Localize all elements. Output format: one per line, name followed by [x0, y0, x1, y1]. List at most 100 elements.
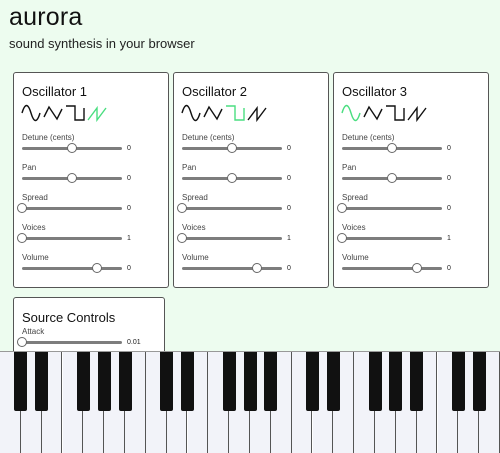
- slider-thumb[interactable]: [227, 173, 237, 183]
- spread-param: Spread 0: [337, 193, 487, 221]
- slider-thumb[interactable]: [92, 263, 102, 273]
- slider-thumb[interactable]: [177, 233, 187, 243]
- piano-black-key[interactable]: [326, 352, 340, 411]
- spread-slider[interactable]: [17, 203, 122, 214]
- voices-slider[interactable]: [177, 233, 282, 244]
- oscillator-title: Oscillator 1: [22, 84, 88, 99]
- attack-value: 0.01: [127, 339, 141, 346]
- oscillator-1-panel: Oscillator 1 Detune (cents) 0 Pan 0 Spre…: [13, 72, 169, 288]
- volume-slider[interactable]: [342, 263, 442, 274]
- piano-black-key[interactable]: [368, 352, 382, 411]
- detune-param: Detune (cents) 0: [342, 133, 487, 161]
- volume-slider[interactable]: [22, 263, 122, 274]
- volume-slider[interactable]: [182, 263, 282, 274]
- triangle-wave-icon[interactable]: [203, 103, 223, 123]
- detune-value: 0: [447, 145, 451, 152]
- slider-thumb[interactable]: [17, 337, 27, 347]
- slider-thumb[interactable]: [17, 233, 27, 243]
- piano-black-key[interactable]: [14, 352, 28, 411]
- piano-black-key[interactable]: [389, 352, 403, 411]
- pan-slider[interactable]: [342, 173, 442, 184]
- piano-black-key[interactable]: [97, 352, 111, 411]
- piano-black-key[interactable]: [243, 352, 257, 411]
- sawtooth-wave-icon[interactable]: [247, 103, 267, 123]
- triangle-wave-icon[interactable]: [43, 103, 63, 123]
- sine-wave-icon[interactable]: [341, 103, 361, 123]
- volume-label: Volume: [342, 253, 369, 262]
- voices-label: Voices: [182, 223, 206, 232]
- piano-black-key[interactable]: [222, 352, 236, 411]
- piano-black-key[interactable]: [76, 352, 90, 411]
- spread-slider[interactable]: [337, 203, 442, 214]
- piano-black-key[interactable]: [181, 352, 194, 411]
- slider-thumb[interactable]: [412, 263, 422, 273]
- slider-thumb[interactable]: [337, 203, 347, 213]
- slider-thumb[interactable]: [387, 173, 397, 183]
- detune-label: Detune (cents): [182, 133, 235, 142]
- slider-thumb[interactable]: [67, 173, 77, 183]
- voices-slider[interactable]: [17, 233, 122, 244]
- spread-slider[interactable]: [177, 203, 282, 214]
- spread-value: 0: [127, 205, 131, 212]
- spread-label: Spread: [22, 193, 48, 202]
- detune-slider[interactable]: [182, 143, 282, 154]
- oscillator-title: Oscillator 3: [342, 84, 408, 99]
- pan-slider[interactable]: [182, 173, 282, 184]
- slider-thumb[interactable]: [387, 143, 397, 153]
- volume-value: 0: [447, 265, 451, 272]
- detune-param: Detune (cents) 0: [182, 133, 327, 161]
- volume-value: 0: [127, 265, 131, 272]
- app-title: aurora: [9, 3, 83, 31]
- pan-label: Pan: [22, 163, 37, 172]
- voices-slider[interactable]: [337, 233, 442, 244]
- piano-black-key[interactable]: [410, 352, 424, 411]
- square-wave-icon[interactable]: [65, 103, 85, 123]
- slider-thumb[interactable]: [252, 263, 262, 273]
- slider-track: [22, 207, 122, 210]
- square-wave-icon[interactable]: [225, 103, 245, 123]
- slider-thumb[interactable]: [177, 203, 187, 213]
- detune-slider[interactable]: [342, 143, 442, 154]
- volume-label: Volume: [22, 253, 49, 262]
- volume-value: 0: [287, 265, 291, 272]
- spread-param: Spread 0: [17, 193, 167, 221]
- volume-label: Volume: [182, 253, 209, 262]
- piano-black-key[interactable]: [160, 352, 174, 411]
- piano-black-key[interactable]: [472, 352, 486, 411]
- voices-value: 1: [447, 235, 451, 242]
- sawtooth-wave-icon[interactable]: [407, 103, 427, 123]
- slider-thumb[interactable]: [67, 143, 77, 153]
- square-wave-icon[interactable]: [385, 103, 405, 123]
- detune-label: Detune (cents): [342, 133, 395, 142]
- triangle-wave-icon[interactable]: [363, 103, 383, 123]
- voices-label: Voices: [22, 223, 46, 232]
- piano-black-key[interactable]: [118, 352, 132, 411]
- slider-thumb[interactable]: [227, 143, 237, 153]
- detune-label: Detune (cents): [22, 133, 75, 142]
- piano-black-key[interactable]: [264, 352, 278, 411]
- slider-track: [22, 341, 122, 344]
- pan-value: 0: [287, 175, 291, 182]
- voices-value: 1: [287, 235, 291, 242]
- piano-black-key[interactable]: [451, 352, 465, 411]
- sawtooth-wave-icon[interactable]: [87, 103, 107, 123]
- sine-wave-icon[interactable]: [21, 103, 41, 123]
- oscillator-2-panel: Oscillator 2 Detune (cents) 0 Pan 0 Spre…: [173, 72, 329, 288]
- slider-thumb[interactable]: [337, 233, 347, 243]
- piano-black-key[interactable]: [306, 352, 319, 411]
- spread-value: 0: [287, 205, 291, 212]
- detune-value: 0: [287, 145, 291, 152]
- slider-track: [342, 267, 442, 270]
- voices-value: 1: [127, 235, 131, 242]
- piano-black-key[interactable]: [35, 352, 49, 411]
- detune-param: Detune (cents) 0: [22, 133, 167, 161]
- slider-thumb[interactable]: [17, 203, 27, 213]
- pan-slider[interactable]: [22, 173, 122, 184]
- sine-wave-icon[interactable]: [181, 103, 201, 123]
- detune-slider[interactable]: [22, 143, 122, 154]
- spread-param: Spread 0: [177, 193, 327, 221]
- voices-param: Voices 1: [337, 223, 487, 251]
- slider-track: [22, 237, 122, 240]
- app-subtitle: sound synthesis in your browser: [9, 36, 195, 51]
- attack-slider[interactable]: [17, 337, 122, 348]
